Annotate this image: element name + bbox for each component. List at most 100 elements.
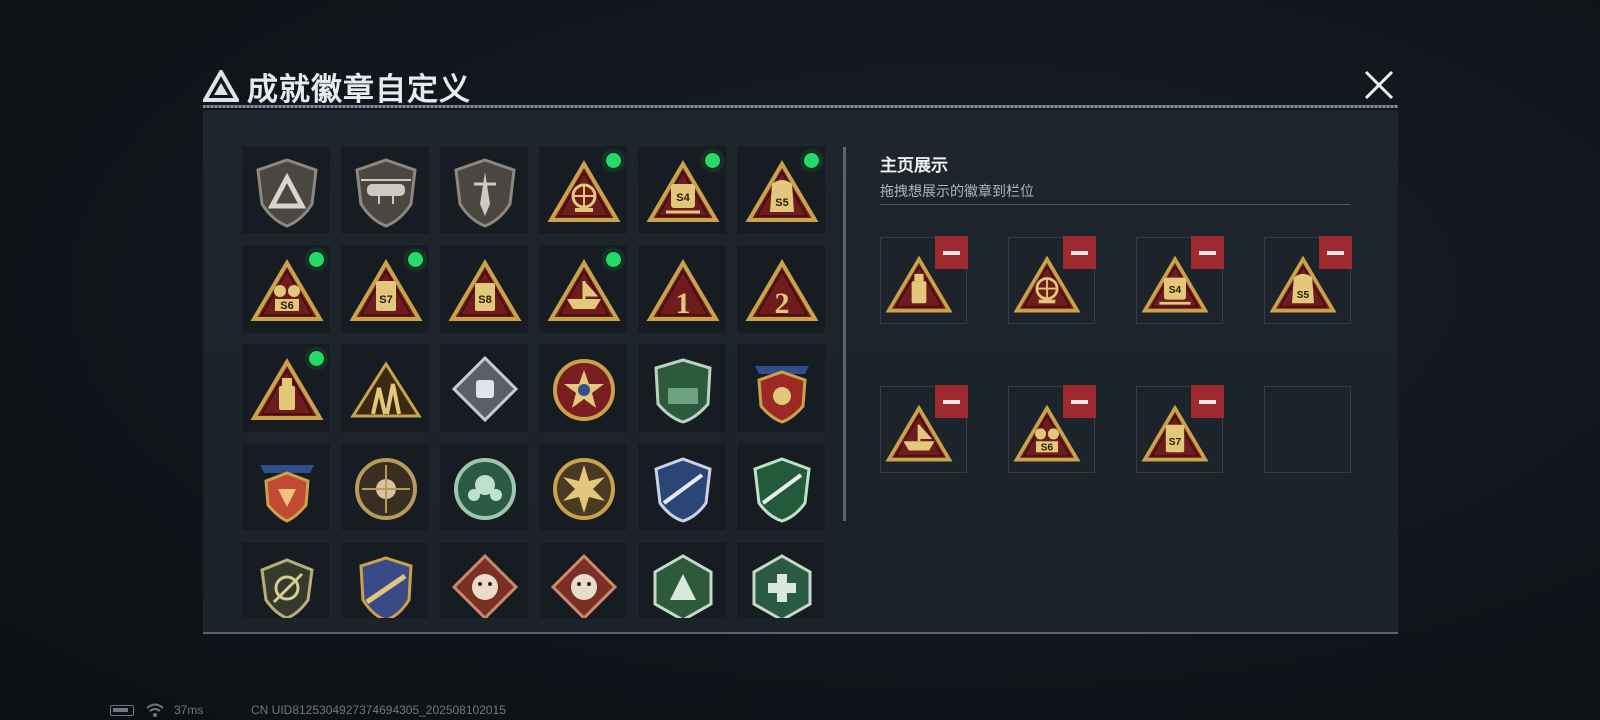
badge-cell[interactable] xyxy=(340,442,430,532)
svg-text:S5: S5 xyxy=(775,197,788,209)
new-indicator-dot xyxy=(309,252,324,267)
badge-grid: S4 S5 S6 S7 S8 1 2 xyxy=(241,145,844,618)
shield-helicopter-badge xyxy=(355,158,417,228)
showcase-slots: S4 S5 S6 S7 xyxy=(880,236,1352,473)
scope-shield-badge xyxy=(260,558,314,618)
title-divider xyxy=(203,105,1398,108)
new-indicator-dot xyxy=(804,153,819,168)
shield-dagger-badge xyxy=(454,158,516,228)
svg-text:S7: S7 xyxy=(1169,437,1182,448)
badge-cell[interactable] xyxy=(538,442,628,532)
remove-badge-button[interactable] xyxy=(1063,385,1096,418)
showcase-slot[interactable]: S4 xyxy=(1136,236,1224,324)
badge-cell[interactable] xyxy=(340,541,430,618)
showcase-title: 主页展示 xyxy=(880,156,948,175)
winged-shield-badge xyxy=(755,366,809,424)
showcase-slot[interactable]: S6 xyxy=(1008,385,1096,473)
battery-icon xyxy=(110,705,134,716)
badge-cell[interactable] xyxy=(538,343,628,433)
green-medic-badge xyxy=(752,554,812,618)
close-icon[interactable] xyxy=(1362,68,1396,102)
shield-logo-badge xyxy=(256,158,318,228)
badge-cell[interactable]: S6 xyxy=(241,244,331,334)
badge-cell[interactable] xyxy=(439,343,529,433)
showcase-subtitle: 拖拽想展示的徽章到栏位 xyxy=(880,183,1034,199)
badge-cell[interactable] xyxy=(241,343,331,433)
badge-cell[interactable] xyxy=(241,442,331,532)
badge-cell[interactable] xyxy=(439,541,529,618)
green-soldier-badge xyxy=(653,554,713,618)
badge-cell[interactable] xyxy=(340,145,430,235)
green-rifle-badge xyxy=(753,457,811,523)
svg-text:S8: S8 xyxy=(478,294,491,306)
scrollbar[interactable] xyxy=(843,147,846,521)
badge-cell[interactable] xyxy=(241,145,331,235)
remove-badge-button[interactable] xyxy=(1191,385,1224,418)
badge-cell[interactable]: S4 xyxy=(637,145,727,235)
blue-eagle-badge xyxy=(359,556,413,618)
star-medal-badge xyxy=(553,359,615,421)
uid-text: CN UID8125304927374694305_202508102015 xyxy=(251,703,506,717)
badge-cell[interactable] xyxy=(340,343,430,433)
tiger-diamond-badge xyxy=(451,553,519,618)
badge-cell[interactable] xyxy=(637,442,727,532)
badge-cell[interactable] xyxy=(439,145,529,235)
svg-text:2: 2 xyxy=(775,287,790,320)
badge-cell[interactable] xyxy=(637,541,727,618)
showcase-slot[interactable] xyxy=(880,385,968,473)
svg-text:S5: S5 xyxy=(1297,290,1310,301)
remove-badge-button[interactable] xyxy=(1191,236,1224,269)
badge-cell[interactable] xyxy=(241,541,331,618)
green-boxer-badge xyxy=(454,458,516,520)
ping-text: 37ms xyxy=(174,703,204,717)
svg-text:S6: S6 xyxy=(1041,442,1054,453)
remove-badge-button[interactable] xyxy=(935,236,968,269)
svg-text:1: 1 xyxy=(676,287,691,320)
diamond-fist-badge xyxy=(451,355,519,423)
blue-rifle-badge xyxy=(654,457,712,523)
svg-text:S4: S4 xyxy=(676,192,690,204)
new-indicator-dot xyxy=(606,252,621,267)
svg-text:S4: S4 xyxy=(1169,285,1182,296)
new-indicator-dot xyxy=(408,252,423,267)
svg-text:S6: S6 xyxy=(280,300,293,312)
showcase-slot[interactable]: S5 xyxy=(1264,236,1352,324)
badge-cell[interactable] xyxy=(538,541,628,618)
remove-badge-button[interactable] xyxy=(1063,236,1096,269)
tank-burst-badge xyxy=(553,458,615,520)
red-crest-badge xyxy=(260,465,314,523)
badge-inventory[interactable]: S4 S5 S6 S7 S8 1 2 xyxy=(241,145,844,618)
new-indicator-dot xyxy=(606,153,621,168)
tiger-diamond-badge xyxy=(550,553,618,618)
badge-cell[interactable] xyxy=(439,442,529,532)
remove-badge-button[interactable] xyxy=(935,385,968,418)
showcase-header: 主页展示 拖拽想展示的徽章到栏位 xyxy=(880,151,1034,201)
badge-cell[interactable]: S5 xyxy=(736,145,826,235)
tri-soldiers-badge xyxy=(350,361,422,418)
badge-cell[interactable]: S7 xyxy=(340,244,430,334)
page-title: 成就徽章自定义 xyxy=(247,72,471,107)
showcase-slot[interactable] xyxy=(880,236,968,324)
badge-cell[interactable] xyxy=(736,343,826,433)
remove-badge-button[interactable] xyxy=(1319,236,1352,269)
wifi-icon xyxy=(146,703,164,717)
badge-cell[interactable] xyxy=(538,244,628,334)
badge-cell[interactable]: 1 xyxy=(637,244,727,334)
badge-cell[interactable]: 2 xyxy=(736,244,826,334)
empty-showcase-slot[interactable] xyxy=(1264,386,1351,473)
tri-s8-badge: S8 xyxy=(448,259,522,321)
skull-scope-badge xyxy=(355,458,417,520)
showcase-slot[interactable] xyxy=(1008,236,1096,324)
svg-text:S7: S7 xyxy=(379,294,392,306)
badge-cell[interactable] xyxy=(736,442,826,532)
green-shield-badge xyxy=(654,358,712,424)
badge-cell[interactable] xyxy=(637,343,727,433)
game-logo-icon xyxy=(203,70,239,102)
showcase-slot[interactable]: S7 xyxy=(1136,385,1224,473)
tri-number-1-badge: 1 xyxy=(646,259,720,321)
badge-cell[interactable] xyxy=(538,145,628,235)
showcase-divider xyxy=(880,204,1350,205)
badge-cell[interactable] xyxy=(736,541,826,618)
tri-number-2-badge: 2 xyxy=(745,259,819,321)
badge-cell[interactable]: S8 xyxy=(439,244,529,334)
